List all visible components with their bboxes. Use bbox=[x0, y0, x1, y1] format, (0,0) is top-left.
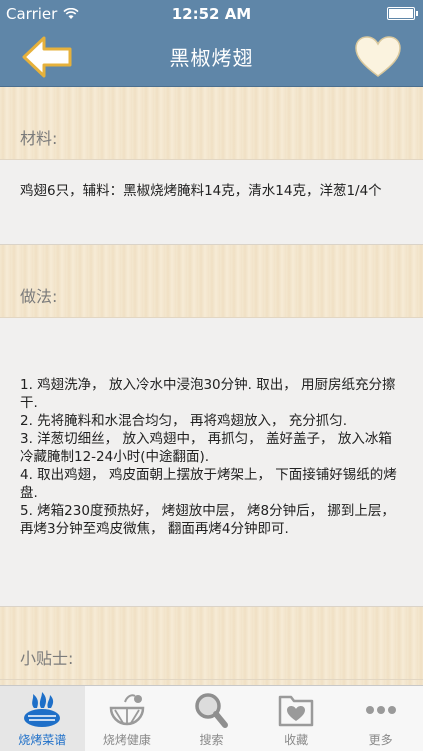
grill-fire-icon bbox=[24, 692, 61, 727]
tab-label: 收藏 bbox=[284, 733, 309, 747]
tab-label: 烧烤健康 bbox=[102, 733, 151, 747]
more-icon bbox=[365, 706, 396, 714]
tab-grill-recipes[interactable]: 烧烤菜谱 bbox=[0, 686, 85, 751]
materials-header: 材料: bbox=[0, 87, 423, 160]
tab-more[interactable]: 更多 bbox=[338, 686, 423, 751]
tips-header-label: 小贴士: bbox=[20, 649, 74, 668]
method-text: 1. 鸡翅洗净， 放入冷水中浸泡30分钟. 取出， 用厨房纸充分擦干. 2. 先… bbox=[0, 318, 423, 607]
favorite-button[interactable] bbox=[353, 34, 403, 80]
method-header: 做法: bbox=[0, 245, 423, 318]
nav-bar: 黑椒烤翅 bbox=[0, 28, 423, 87]
battery-icon bbox=[387, 7, 418, 20]
status-time: 12:52 AM bbox=[171, 5, 252, 23]
tab-label: 搜索 bbox=[199, 733, 224, 747]
vegetable-icon bbox=[109, 694, 145, 726]
materials-text: 鸡翅6只，辅料：黑椒烧烤腌料14克，清水14克，洋葱1/4个 bbox=[0, 160, 423, 245]
tab-label: 更多 bbox=[368, 733, 393, 747]
status-bar: Carrier 12:52 AM bbox=[0, 0, 423, 28]
materials-header-label: 材料: bbox=[20, 129, 58, 148]
tab-search[interactable]: 搜索 bbox=[169, 686, 254, 751]
favorites-folder-icon bbox=[278, 695, 314, 727]
tab-grill-health[interactable]: 烧烤健康 bbox=[85, 686, 170, 751]
recipe-content[interactable]: 材料: 鸡翅6只，辅料：黑椒烧烤腌料14克，清水14克，洋葱1/4个 做法: 1… bbox=[0, 87, 423, 685]
tab-bar: 烧烤菜谱 烧烤健康 搜索 收藏 更多 bbox=[0, 685, 423, 751]
heart-icon bbox=[355, 36, 401, 77]
tab-label: 烧烤菜谱 bbox=[18, 733, 67, 747]
method-header-label: 做法: bbox=[20, 287, 58, 306]
tab-favorites[interactable]: 收藏 bbox=[254, 686, 339, 751]
tips-header: 小贴士: bbox=[0, 607, 423, 680]
search-icon bbox=[195, 693, 229, 728]
